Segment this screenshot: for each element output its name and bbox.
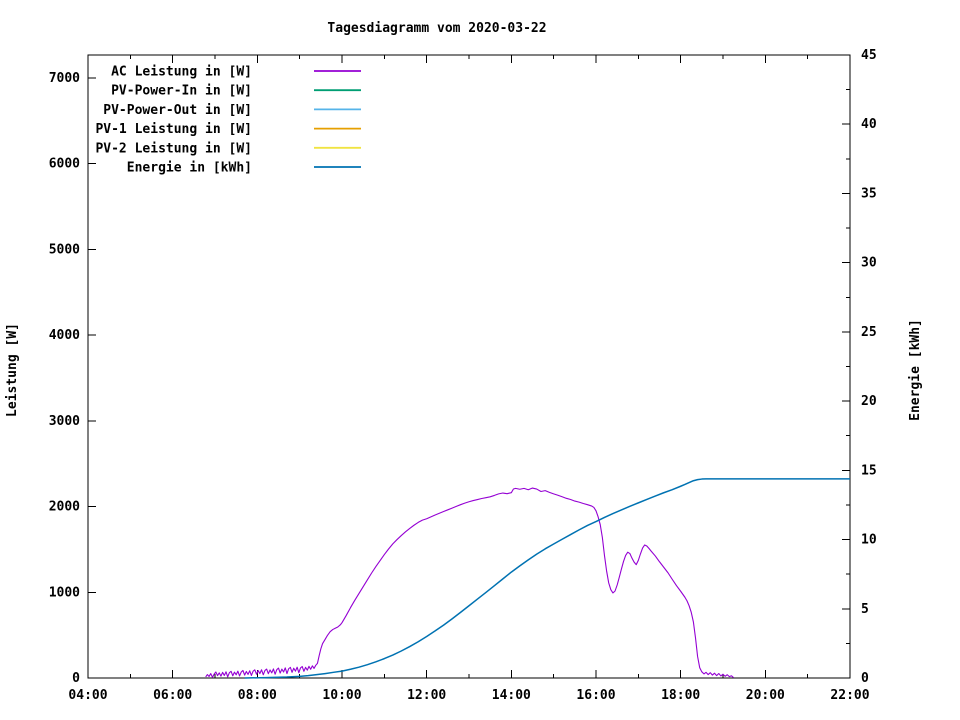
y-right-tick-label: 45: [861, 48, 877, 63]
y-right-tick-label: 10: [861, 533, 877, 548]
y-left-tick-label: 5000: [49, 242, 80, 257]
x-tick-label: 20:00: [746, 688, 785, 703]
data-series: [205, 478, 850, 679]
x-tick-label: 06:00: [153, 688, 192, 703]
x-tick-label: 04:00: [68, 688, 107, 703]
y-right-tick-label: 20: [861, 394, 877, 409]
y-left-tick-label: 1000: [49, 585, 80, 600]
y-left-tick-label: 4000: [49, 328, 80, 343]
x-tick-label: 08:00: [238, 688, 277, 703]
series-line-ac-leistung-in-w-: [205, 487, 734, 679]
y-right-tick-label: 30: [861, 256, 877, 271]
y-left-tick-label: 2000: [49, 500, 80, 515]
tagesdiagramm-plot: Tagesdiagramm vom 2020-03-22 Leistung [W…: [5, 21, 923, 703]
y-right-tick-label: 40: [861, 117, 877, 132]
x-tick-label: 10:00: [322, 688, 361, 703]
legend: AC Leistung in [W] PV-Power-In in [W] PV-P…: [95, 65, 361, 176]
y-left-tick-label: 3000: [49, 414, 80, 429]
y-right-tick-label: 5: [861, 602, 869, 617]
x-tick-label: 16:00: [576, 688, 615, 703]
x-tick-label: 12:00: [407, 688, 446, 703]
y-right-tick-label: 35: [861, 186, 877, 201]
y-left-tick-label: 6000: [49, 157, 80, 172]
legend-label: PV-1 Leistung in [W]: [95, 122, 252, 137]
y-left-tick-label: 0: [72, 671, 80, 686]
x-tick-label: 14:00: [492, 688, 531, 703]
legend-label: PV-Power-In in [W]: [111, 84, 252, 99]
y-right-tick-label: 25: [861, 325, 877, 340]
y-left-tick-label: 7000: [49, 71, 80, 86]
y-left-axis-label: Leistung [W]: [5, 323, 20, 417]
x-tick-label: 22:00: [830, 688, 869, 703]
x-tick-label: 18:00: [661, 688, 700, 703]
y-right-axis-label: Energie [kWh]: [908, 319, 923, 421]
legend-label: Energie in [kWh]: [127, 161, 252, 176]
legend-label: AC Leistung in [W]: [111, 65, 252, 80]
chart: Tagesdiagramm vom 2020-03-22 Leistung [W…: [0, 0, 960, 720]
y-right-tick-label: 15: [861, 463, 877, 478]
legend-label: PV-Power-Out in [W]: [103, 103, 252, 118]
y-right-tick-label: 0: [861, 671, 869, 686]
series-line-energie-in-kwh-: [244, 478, 850, 679]
legend-label: PV-2 Leistung in [W]: [95, 141, 252, 156]
chart-title: Tagesdiagramm vom 2020-03-22: [327, 21, 546, 36]
